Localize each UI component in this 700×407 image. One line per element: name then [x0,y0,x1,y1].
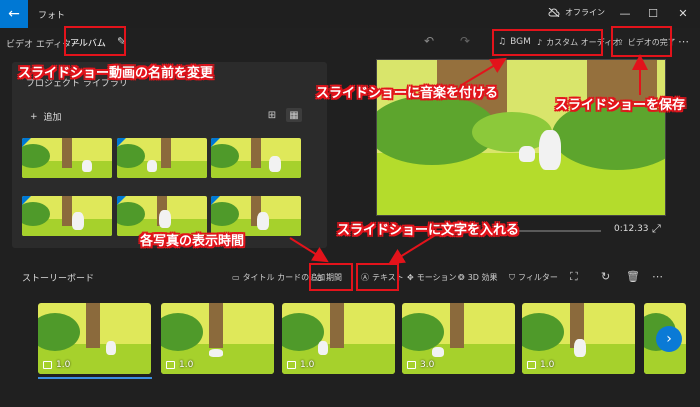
storyboard-card[interactable]: 1.0 [38,303,151,374]
redo-icon[interactable]: ↷ [460,34,470,48]
duration-badge: 1.0 [287,360,314,370]
audio-highlight [492,29,603,56]
delete-icon[interactable]: 🗑 [626,270,640,283]
selected-card-indicator [38,377,152,379]
library-thumbnail[interactable] [22,196,112,236]
image-icon [527,361,536,369]
motion-icon: ✥ [407,273,414,282]
minimize-button[interactable]: — [612,3,638,23]
storyboard-card[interactable]: 1.0 [282,303,395,374]
motion-label: モーション [416,273,457,282]
duration-badge: 1.0 [166,360,193,370]
duration-highlight [309,263,353,291]
annotation-save: スライドショーを保存 [555,98,686,113]
duration-badge: 1.0 [43,360,70,370]
storyboard-next-button[interactable]: › [656,326,682,352]
library-thumbnail[interactable] [22,138,112,178]
undo-icon[interactable]: ↶ [424,34,434,48]
rename-highlight [64,26,126,56]
motion-button[interactable]: ✥ モーション [407,272,457,283]
chevron-right-icon: › [666,331,672,347]
app-title: フォト [38,10,66,21]
image-icon [287,361,296,369]
storyboard-card[interactable]: 3.0 [402,303,515,374]
offline-status: オフライン [548,7,605,18]
annotation-duration: 各写真の表示時間 [140,234,245,249]
duration-value: 3.0 [420,360,435,370]
annotation-text: スライドショーに文字を入れる [337,223,520,238]
add-label: 追加 [43,113,62,123]
offline-label: オフライン [565,8,605,17]
more-options-icon[interactable]: ⋯ [678,35,689,48]
duration-badge: 3.0 [407,360,434,370]
storyboard-card[interactable]: 1.0 [522,303,635,374]
image-icon [166,361,175,369]
duration-value: 1.0 [300,360,315,370]
annotation-rename: スライドショー動画の名前を変更 [18,66,214,81]
3d-effects-icon: ❂ [458,273,465,282]
duration-value: 1.0 [540,360,555,370]
filter-icon: ⛉ [509,272,515,282]
grid-small-view-icon[interactable]: ⊞ [264,108,280,122]
close-button[interactable]: ✕ [670,3,696,23]
filter-button[interactable]: ⛉ フィルター [509,272,558,283]
minimize-icon: — [619,6,631,20]
back-button[interactable]: ← [0,0,28,28]
image-icon [407,361,416,369]
storyboard-more-icon[interactable]: ⋯ [652,270,663,283]
title-card-icon: ▭ [232,273,240,282]
expand-icon[interactable]: ⤢ [652,222,661,236]
crop-icon[interactable]: ⛶ [570,270,578,284]
library-thumbnail[interactable] [211,138,301,178]
back-arrow-icon: ← [8,6,20,22]
add-icon: + [30,111,38,122]
close-icon: ✕ [678,6,688,20]
duration-value: 1.0 [179,360,194,370]
text-highlight [356,263,399,291]
3d-effects-button[interactable]: ❂ 3D 効果 [458,272,498,283]
storyboard-title: ストーリーボード [22,274,95,284]
storyboard-card[interactable]: 1.0 [161,303,274,374]
maximize-button[interactable]: ☐ [640,3,666,23]
finish-highlight [611,26,672,57]
3d-effects-label: 3D 効果 [467,273,498,282]
playback-time: 0:12.33 [614,224,649,234]
duration-badge: 1.0 [527,360,554,370]
rotate-icon[interactable]: ↻ [601,270,610,283]
cloud-off-icon [548,8,560,17]
library-thumbnail[interactable] [117,138,207,178]
annotation-music: スライドショーに音楽を付ける [316,86,499,101]
filter-label: フィルター [518,273,558,282]
duration-value: 1.0 [56,360,71,370]
grid-large-view-icon[interactable]: ▦ [286,108,302,122]
maximize-icon: ☐ [648,6,658,20]
add-button[interactable]: + 追加 [30,110,62,124]
image-icon [43,361,52,369]
